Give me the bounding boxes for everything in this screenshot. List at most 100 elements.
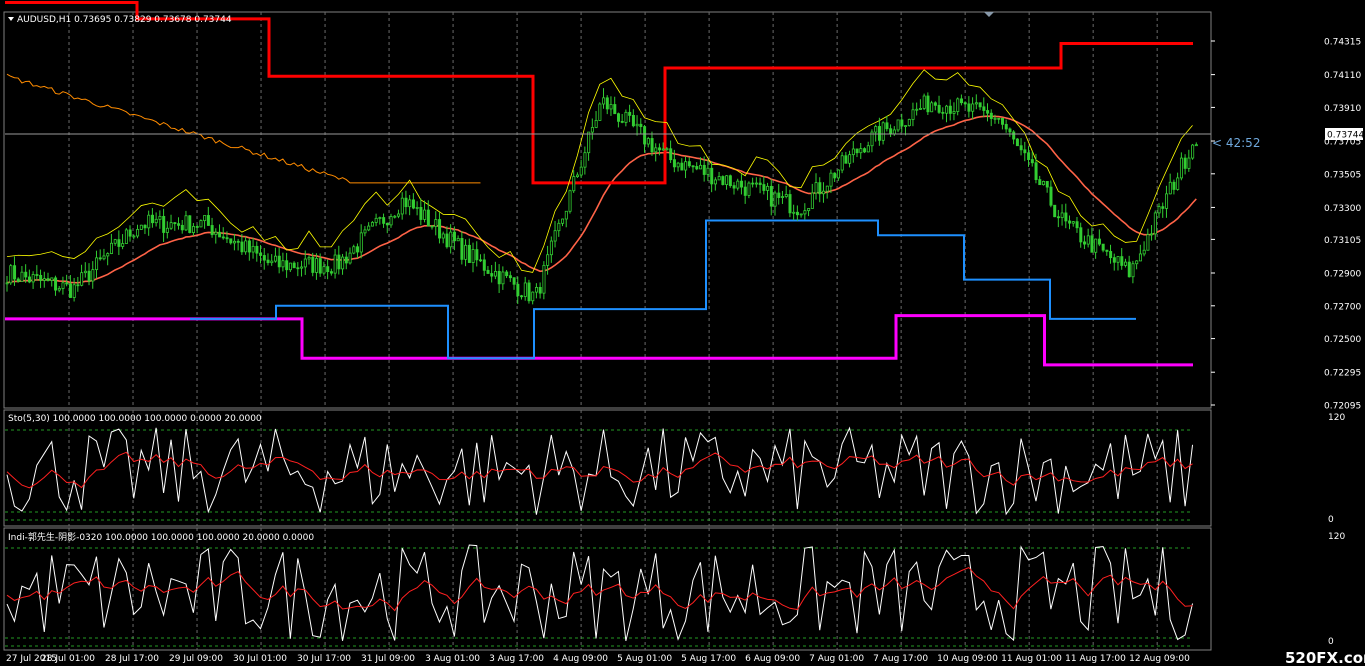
candle-body [508, 275, 512, 279]
candle-body [1127, 261, 1131, 278]
candle-body [874, 126, 878, 133]
candle-body [911, 109, 915, 120]
candle-body [333, 254, 337, 274]
candle-body [974, 102, 978, 105]
candle-body [863, 148, 867, 153]
candle-body [109, 242, 113, 254]
candle-body [516, 283, 520, 297]
price-tick-label: 0.72900 [1324, 270, 1361, 280]
candle-body [277, 255, 281, 268]
candle-body [512, 277, 516, 285]
price-tick-label: 0.72500 [1324, 335, 1361, 345]
candle-body [557, 222, 561, 232]
candle-body [665, 148, 669, 151]
candle-body [400, 197, 404, 215]
candle-body [408, 199, 412, 208]
price-tick-label: 0.73505 [1324, 170, 1361, 180]
candle-body [203, 215, 207, 221]
candle-body [415, 207, 419, 209]
candle-body [534, 287, 538, 293]
candle-body [479, 259, 483, 262]
time-label: 28 Jul 17:00 [105, 654, 159, 664]
candle-body [352, 246, 356, 254]
candle-body [281, 260, 285, 268]
candle-body [620, 120, 624, 123]
candle-body [5, 282, 9, 285]
candle-body [218, 231, 222, 238]
support-step-line [5, 314, 1193, 367]
candle-body [192, 226, 196, 233]
candle-body [1019, 145, 1023, 151]
candle-body [650, 138, 654, 153]
candle-body [680, 162, 684, 171]
time-label: 29 Jul 09:00 [169, 654, 223, 664]
candle-body [1131, 263, 1135, 278]
candle-body [684, 161, 688, 171]
candle-body [549, 240, 553, 256]
candle-body [624, 111, 628, 123]
candle-body [594, 120, 598, 128]
candle-body [1157, 206, 1161, 214]
candle-body [661, 148, 665, 151]
time-label: 5 Aug 01:00 [617, 654, 672, 664]
candle-body [989, 112, 993, 119]
candle-body [635, 123, 639, 127]
candle-body [728, 175, 732, 187]
candle-body [374, 217, 378, 223]
candle-body [546, 254, 550, 266]
candle-body [206, 215, 210, 226]
candle-body [449, 231, 453, 248]
candle-body [740, 180, 744, 188]
candle-body [598, 103, 602, 121]
candle-body [397, 213, 401, 217]
candle-body [482, 259, 486, 271]
candle-body [930, 102, 934, 113]
candle-body [907, 119, 911, 126]
candle-body [892, 129, 896, 135]
trend-lines [5, 0, 1197, 367]
candle-body [102, 255, 106, 260]
candle-body [460, 238, 464, 260]
candle-body [762, 184, 766, 191]
candle-body [1194, 144, 1198, 147]
chart-canvas: 0.743150.741100.739100.737050.735050.733… [3, 0, 1365, 666]
candle-body [631, 115, 635, 127]
candle-body [367, 225, 371, 231]
candle-body [199, 220, 203, 228]
candle-body [128, 229, 132, 237]
candle-body [1068, 220, 1072, 224]
price-tick-label: 0.72295 [1324, 369, 1361, 379]
candle-body [117, 239, 121, 247]
candle-body [1135, 260, 1139, 265]
price-tick-label: 0.72095 [1324, 402, 1361, 412]
time-label: 11 Aug 17:00 [1065, 654, 1126, 664]
candle-body [1023, 149, 1027, 154]
candle-body [643, 126, 647, 145]
candle-body [639, 123, 643, 128]
candle-body [561, 218, 565, 224]
candle-body [434, 219, 438, 227]
candle-body [710, 167, 714, 185]
candle-body [315, 258, 319, 273]
candle-body [900, 119, 904, 127]
candle-body [1105, 249, 1109, 252]
candle-body [1064, 212, 1068, 222]
chart-menu-arrow-icon[interactable] [8, 17, 14, 21]
candle-body [538, 287, 542, 294]
candle-body [83, 270, 87, 274]
candle-body [572, 176, 576, 192]
candle-body [393, 215, 397, 218]
candle-body [941, 111, 945, 114]
candle-body [948, 105, 952, 114]
candle-body [818, 182, 822, 195]
candle-body [471, 249, 475, 263]
time-label: 7 Aug 01:00 [809, 654, 864, 664]
candle-body [1086, 235, 1090, 245]
candle-body [896, 119, 900, 131]
time-axis: 27 Jul 201528 Jul 01:00 28 Jul 17:00 29 Ju… [6, 654, 1190, 664]
chart-shift-marker-icon[interactable] [984, 12, 994, 17]
candle-body [505, 271, 509, 277]
candle-body [136, 229, 140, 237]
candle-body [452, 231, 456, 242]
candle-body [1138, 253, 1142, 262]
